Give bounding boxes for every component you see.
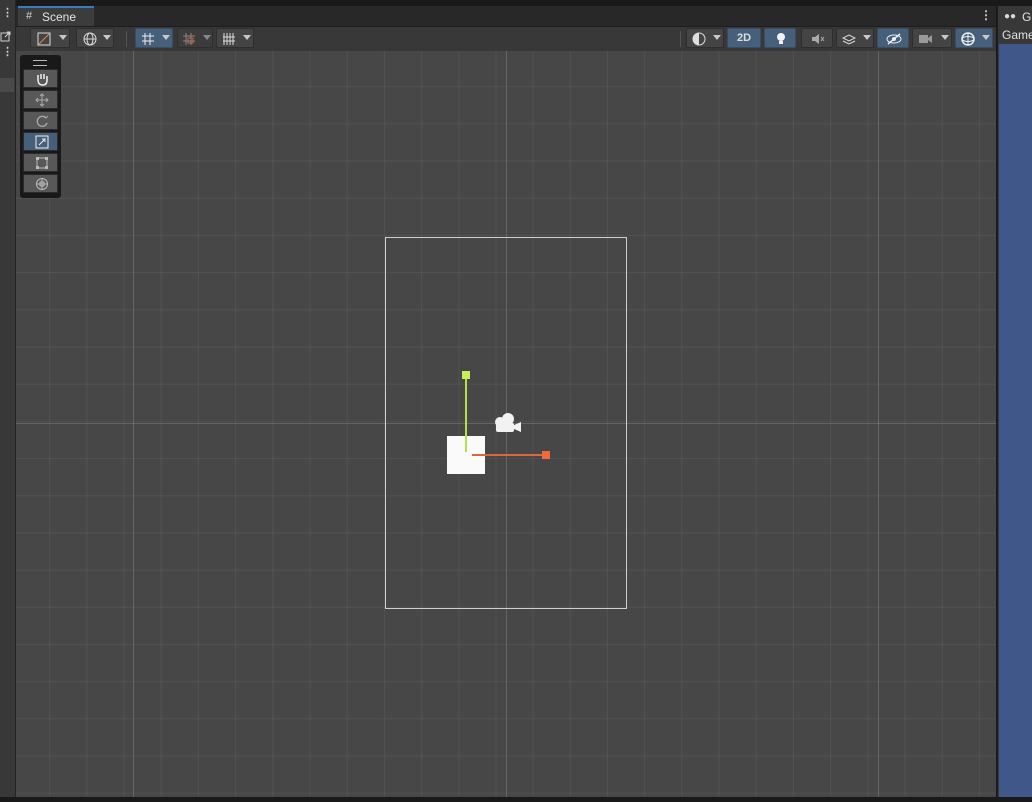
- draw-mode-render-dropdown[interactable]: [686, 28, 724, 48]
- left-panel-item[interactable]: [0, 78, 14, 92]
- kebab-menu-icon[interactable]: ⋮: [2, 8, 13, 19]
- effects-dropdown[interactable]: [836, 28, 874, 48]
- scale-handle-y-axis[interactable]: [465, 378, 467, 452]
- scene-visibility-toggle[interactable]: [877, 28, 909, 48]
- transform-tool[interactable]: [23, 174, 58, 193]
- rect-transform-icon: [36, 157, 48, 169]
- game-view[interactable]: [999, 44, 1032, 797]
- scale-handle-x[interactable]: [542, 451, 550, 459]
- bottom-border: [0, 797, 1032, 802]
- grid-major-line: [133, 51, 134, 797]
- grid-snap-icon: [142, 33, 154, 45]
- rotate-icon: [36, 115, 49, 127]
- left-panel-strip: ⋮ ⋮: [0, 0, 16, 802]
- increment-snapping-dropdown[interactable]: [177, 28, 213, 48]
- hand-tool[interactable]: [23, 69, 58, 88]
- audio-toggle[interactable]: [801, 28, 833, 48]
- toggle-2d-button[interactable]: 2D: [727, 28, 761, 48]
- grid-visibility-icon: [223, 33, 235, 45]
- grid-snapping-toggle[interactable]: [135, 28, 173, 48]
- tool-palette: [20, 55, 61, 198]
- scene-toolbar: 2D: [16, 27, 996, 52]
- global-local-dropdown[interactable]: [76, 28, 114, 48]
- game-panel: ●● G Game: [997, 6, 1032, 797]
- maximize-icon[interactable]: [0, 29, 12, 42]
- increment-snap-icon: [183, 33, 195, 45]
- tab-bar: # Scene ⋮: [16, 6, 996, 27]
- gizmos-dropdown[interactable]: [955, 28, 993, 48]
- rotate-tool[interactable]: [23, 111, 58, 130]
- game-controller-icon: ●●: [1004, 11, 1017, 22]
- effects-icon: [842, 34, 856, 45]
- grid-icon: #: [26, 10, 33, 22]
- tab-game[interactable]: G: [1022, 10, 1031, 24]
- toggle-2d-label: 2D: [737, 32, 752, 44]
- grid-major-line: [878, 51, 879, 797]
- scale-tool[interactable]: [23, 132, 58, 151]
- hand-icon: [37, 74, 48, 86]
- eye-slash-icon: [886, 33, 902, 45]
- gizmo-globe-icon: [961, 32, 975, 46]
- scene-view[interactable]: [16, 51, 996, 797]
- tab-scene-label: Scene: [42, 10, 77, 24]
- render-mode-icon: [692, 32, 706, 46]
- camera-settings-icon: [919, 35, 932, 43]
- lightbulb-icon: [777, 33, 785, 44]
- scale-icon: [35, 135, 49, 149]
- scale-handle-x-axis[interactable]: [472, 454, 544, 456]
- transform-icon: [36, 178, 48, 190]
- camera-settings-dropdown[interactable]: [912, 28, 952, 48]
- rect-tool[interactable]: [23, 153, 58, 172]
- tab-scene[interactable]: # Scene: [18, 6, 94, 26]
- drag-handle-icon[interactable]: [33, 60, 47, 66]
- move-arrows-icon: [35, 93, 49, 107]
- lighting-toggle[interactable]: [764, 28, 796, 48]
- scale-handle-y[interactable]: [462, 371, 470, 379]
- draw-mode-dropdown[interactable]: [30, 28, 70, 48]
- audio-mute-icon: [812, 34, 825, 44]
- game-display-dropdown[interactable]: Game: [1002, 28, 1032, 42]
- shading-mode-icon: [37, 32, 51, 46]
- kebab-menu-icon[interactable]: ⋮: [2, 47, 13, 58]
- kebab-menu-icon[interactable]: ⋮: [980, 8, 992, 22]
- move-tool[interactable]: [23, 90, 58, 109]
- grid-visibility-dropdown[interactable]: [216, 28, 254, 48]
- globe-icon: [83, 32, 97, 46]
- camera-gizmo-icon[interactable]: [491, 411, 523, 435]
